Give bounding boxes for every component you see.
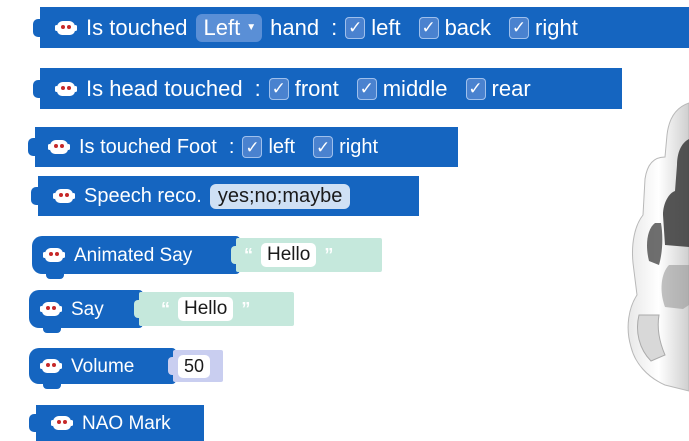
option-middle[interactable]: ✓ middle (356, 77, 448, 100)
block-connector (29, 414, 39, 432)
block-connector (33, 18, 43, 37)
option-rear[interactable]: ✓ rear (465, 77, 531, 100)
option-right[interactable]: ✓ right (509, 16, 578, 39)
nao-robot-icon (55, 20, 77, 36)
is-head-touched-block[interactable]: Is head touched : ✓ front ✓ middle ✓ rea… (33, 68, 622, 109)
text-value[interactable]: Hello (261, 243, 317, 267)
checkbox[interactable]: ✓ (242, 136, 263, 158)
option-back[interactable]: ✓ back (418, 16, 491, 39)
block-connector (28, 138, 38, 156)
checkbox[interactable]: ✓ (465, 77, 486, 100)
option-left[interactable]: ✓ left (345, 16, 401, 39)
chevron-down-icon: ▼ (246, 22, 257, 33)
nao-robot-icon (51, 415, 73, 431)
checkbox[interactable]: ✓ (509, 16, 530, 39)
nao-robot-icon (43, 247, 65, 263)
nao-robot-icon (53, 188, 75, 204)
text-input-block[interactable]: “ Hello ” (231, 238, 382, 272)
speech-reco-block[interactable]: Speech reco. yes;no;maybe (31, 176, 419, 216)
quote-close-icon: ” (324, 244, 334, 265)
block-label: Is touched (86, 14, 188, 40)
checkbox[interactable]: ✓ (268, 77, 289, 100)
volume-value[interactable]: 50 (178, 354, 211, 378)
dropdown-value: Left (203, 14, 241, 40)
block-connector (31, 187, 41, 205)
number-input-block[interactable]: 50 (168, 350, 223, 382)
checkbox[interactable]: ✓ (313, 136, 334, 158)
quote-open-icon: “ (244, 244, 253, 265)
checkbox[interactable]: ✓ (418, 16, 439, 39)
option-right[interactable]: ✓ right (313, 136, 378, 158)
block-label: Is touched Foot (79, 136, 217, 158)
block-label: Volume (71, 355, 135, 377)
volume-block[interactable]: Volume (29, 348, 176, 389)
nao-robot-icon (48, 139, 70, 155)
speech-words-field[interactable]: yes;no;maybe (209, 183, 351, 209)
hand-side-dropdown[interactable]: Left ▼ (195, 13, 263, 42)
block-connector (33, 79, 43, 98)
block-label: NAO Mark (82, 412, 171, 434)
option-left[interactable]: ✓ left (242, 136, 295, 158)
is-touched-hand-block[interactable]: Is touched Left ▼ hand : ✓ left ✓ back ✓… (33, 7, 689, 48)
block-label: Say (71, 298, 104, 320)
nao-robot-icon (40, 358, 62, 374)
option-front[interactable]: ✓ front (268, 77, 339, 100)
quote-open-icon: “ (161, 298, 170, 319)
colon: : (254, 75, 261, 101)
say-block[interactable]: Say (29, 290, 143, 333)
animated-say-block[interactable]: Animated Say (32, 236, 240, 279)
quote-close-icon: ” (241, 298, 251, 319)
colon: : (331, 14, 338, 40)
block-label: Speech reco. (84, 185, 202, 207)
is-touched-foot-block[interactable]: Is touched Foot : ✓ left ✓ right (28, 127, 458, 167)
checkbox[interactable]: ✓ (345, 16, 366, 39)
colon: : (228, 136, 235, 158)
block-suffix: hand (270, 14, 320, 40)
nao-robot-photo (627, 102, 689, 392)
nao-robot-icon (55, 81, 77, 97)
checkbox[interactable]: ✓ (356, 77, 377, 100)
text-value[interactable]: Hello (178, 297, 234, 321)
nao-robot-icon (40, 301, 62, 317)
block-label: Animated Say (74, 244, 193, 266)
block-label: Is head touched (86, 75, 243, 101)
text-input-block[interactable]: “ Hello ” (134, 292, 294, 326)
